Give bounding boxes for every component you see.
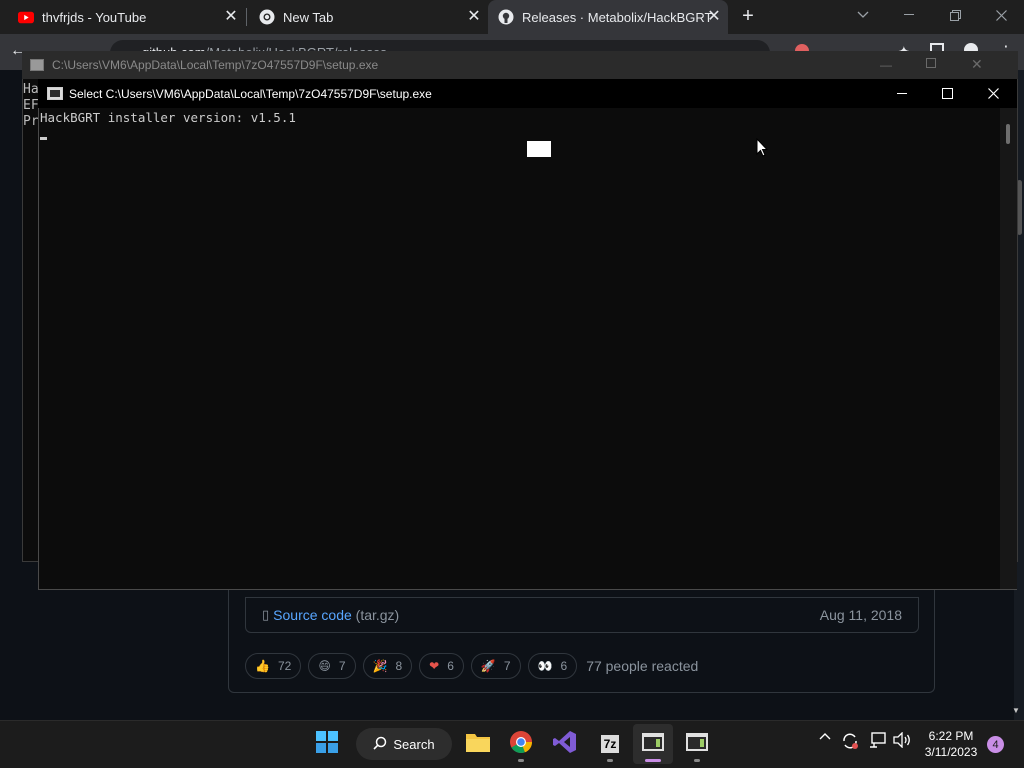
source-code-label: Source code: [273, 607, 352, 623]
asset-row-source-tar[interactable]: ▯ Source code (tar.gz) Aug 11, 2018: [245, 597, 919, 633]
sync-icon[interactable]: [840, 732, 860, 750]
running-indicator: [607, 759, 613, 762]
tab-title: New Tab: [283, 9, 334, 25]
running-indicator: [518, 759, 524, 762]
tray-overflow-chevron-icon[interactable]: [817, 732, 833, 740]
reaction-count: 6: [447, 658, 454, 673]
reaction-laugh[interactable]: 😄 7: [308, 652, 356, 679]
volume-icon[interactable]: [892, 732, 912, 748]
system-clock[interactable]: 6:22 PM 3/11/2023: [915, 728, 987, 760]
close-tab-icon[interactable]: ✕: [706, 9, 722, 25]
asset-date: Aug 11, 2018: [819, 607, 902, 623]
close-icon[interactable]: [970, 79, 1016, 108]
maximize-icon[interactable]: [924, 79, 970, 108]
console-scrollbar-thumb[interactable]: [1006, 124, 1010, 144]
github-icon: [498, 9, 514, 25]
source-code-link[interactable]: Source code (tar.gz): [273, 607, 399, 623]
reaction-eyes[interactable]: 👀 6: [527, 652, 578, 679]
close-tab-icon[interactable]: ✕: [223, 9, 239, 25]
reaction-hooray[interactable]: 🎉 8: [362, 652, 413, 679]
folder-icon: [465, 731, 491, 758]
console-taskbar-button[interactable]: [677, 724, 717, 764]
laugh-icon: 😄: [318, 658, 331, 673]
reactions-bar: 👍 72 😄 7 🎉 8 ❤ 6 🚀 7 👀 6 77 people reacted: [245, 652, 698, 679]
clock-date: 3/11/2023: [924, 745, 978, 759]
active-indicator: [645, 759, 661, 762]
start-button[interactable]: [307, 724, 347, 764]
youtube-icon: [18, 9, 34, 25]
text-cursor: [40, 137, 47, 140]
notification-badge[interactable]: 4: [987, 736, 1004, 753]
chrome-taskbar-button[interactable]: [501, 724, 541, 764]
reaction-count: 8: [395, 658, 403, 673]
tab-youtube[interactable]: thvfrjds - YouTube ✕: [0, 0, 245, 34]
reaction-count: 72: [277, 658, 292, 673]
tab-search-icon[interactable]: [840, 0, 886, 30]
selection-block: [527, 141, 551, 157]
clock-time: 6:22 PM: [928, 729, 974, 743]
7zip-icon: 7z: [600, 735, 620, 753]
console-app-icon: [47, 87, 63, 100]
minimize-icon[interactable]: [886, 0, 932, 30]
mouse-pointer-icon: [756, 137, 769, 162]
console-taskbar-button-active[interactable]: [633, 724, 673, 764]
reaction-rocket[interactable]: 🚀 7: [470, 652, 521, 679]
minimize-icon[interactable]: —: [880, 58, 892, 72]
console-app-icon: [642, 732, 664, 756]
console-output: HackBGRT installer version: v1.5.1: [40, 110, 296, 125]
running-indicator: [694, 759, 700, 762]
scroll-down-arrow-icon[interactable]: ▼: [1012, 706, 1020, 715]
hooray-icon: 🎉: [372, 658, 388, 673]
tab-releases[interactable]: Releases · Metabolix/HackBGRT ✕: [488, 0, 728, 34]
source-code-format: (tar.gz): [355, 607, 400, 623]
reaction-heart[interactable]: ❤ 6: [419, 652, 464, 679]
restore-icon[interactable]: [932, 0, 978, 30]
reaction-count: 7: [503, 658, 511, 673]
visual-studio-button[interactable]: [545, 724, 585, 764]
chrome-icon: [259, 9, 275, 25]
taskbar-search-button[interactable]: Search: [356, 728, 452, 760]
tab-title: thvfrjds - YouTube: [42, 9, 147, 25]
console-output: Ha EF Pr: [23, 82, 39, 129]
minimize-icon[interactable]: [879, 79, 925, 108]
visual-studio-icon: [553, 730, 577, 759]
console-app-icon: [30, 59, 44, 71]
close-icon[interactable]: ✕: [971, 56, 983, 73]
close-window-icon[interactable]: [978, 0, 1024, 30]
console-scrollbar[interactable]: [1000, 108, 1017, 589]
network-icon[interactable]: [868, 732, 888, 748]
console-title-bar[interactable]: Select C:\Users\VM6\AppData\Local\Temp\7…: [38, 79, 1017, 108]
reaction-count: 7: [338, 658, 346, 673]
maximize-icon[interactable]: [926, 58, 936, 68]
chrome-icon: [509, 730, 533, 759]
reaction-thumbs-up[interactable]: 👍 72: [245, 652, 302, 679]
tab-new-tab[interactable]: New Tab ✕: [248, 0, 488, 34]
file-zip-icon: ▯: [262, 607, 270, 622]
thumbs-up-icon: 👍: [255, 658, 270, 673]
search-label: Search: [393, 736, 435, 752]
windows-logo-icon: [316, 730, 338, 758]
new-tab-button[interactable]: +: [738, 6, 758, 26]
7zip-button[interactable]: 7z: [590, 724, 630, 764]
close-tab-icon[interactable]: ✕: [466, 9, 482, 25]
rocket-icon: 🚀: [480, 658, 496, 673]
reaction-count: 6: [560, 658, 568, 673]
file-explorer-button[interactable]: [458, 724, 498, 764]
reaction-summary: 77 people reacted: [586, 657, 699, 674]
console-title: C:\Users\VM6\AppData\Local\Temp\7zO47557…: [52, 58, 379, 72]
tab-separator: [246, 8, 247, 26]
eyes-icon: 👀: [537, 658, 553, 673]
console-title-bar-inactive[interactable]: C:\Users\VM6\AppData\Local\Temp\7zO47557…: [22, 51, 1018, 79]
tab-title: Releases · Metabolix/HackBGRT: [522, 9, 713, 25]
console-title: Select C:\Users\VM6\AppData\Local\Temp\7…: [69, 86, 432, 101]
heart-icon: ❤: [429, 658, 440, 673]
search-icon: [373, 736, 387, 753]
console-app-icon: [686, 732, 708, 756]
